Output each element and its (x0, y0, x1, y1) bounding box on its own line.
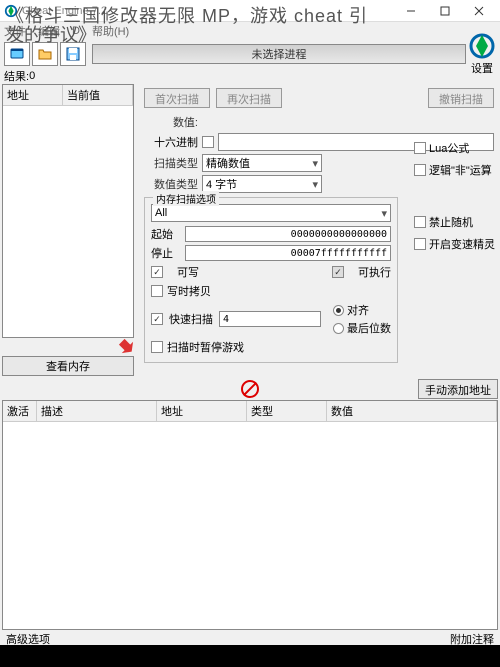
bottom-black-bar (0, 645, 500, 667)
address-list-table[interactable]: 激活 描述 地址 类型 数值 (2, 400, 498, 630)
result-col-address[interactable]: 地址 (3, 85, 63, 105)
last-digits-label: 最后位数 (347, 320, 391, 336)
view-memory-button[interactable]: 查看内存 (2, 356, 134, 376)
no-sign-icon (241, 380, 259, 398)
value-label: 数值: (144, 114, 198, 130)
value-type-label: 数值类型 (144, 176, 198, 192)
executable-label: 可执行 (358, 264, 391, 280)
fast-scan-label: 快速扫描 (169, 311, 213, 327)
not-checkbox[interactable] (414, 164, 426, 176)
result-col-value[interactable]: 当前值 (63, 85, 133, 105)
ce-logo-icon (468, 32, 496, 60)
col-address[interactable]: 地址 (157, 401, 247, 421)
result-count-row: 结果:0 (0, 68, 500, 84)
last-digits-radio[interactable] (333, 323, 344, 334)
lua-formula-checkbox[interactable] (414, 142, 426, 154)
pause-game-label: 扫描时暂停游戏 (167, 339, 244, 355)
col-type[interactable]: 类型 (247, 401, 327, 421)
pause-game-checkbox[interactable] (151, 341, 163, 353)
start-label: 起始 (151, 226, 181, 242)
scan-type-select[interactable]: 精确数值 (202, 154, 322, 172)
result-label: 结果: (4, 68, 29, 84)
process-bar[interactable]: 未选择进程 (92, 44, 466, 64)
writable-label: 可写 (177, 264, 199, 280)
no-random-label: 禁止随机 (429, 214, 473, 230)
cow-checkbox[interactable] (151, 285, 163, 297)
result-table[interactable]: 地址 当前值 (2, 84, 134, 338)
add-to-list-arrow-icon[interactable] (118, 338, 134, 354)
lua-formula-label: Lua公式 (429, 140, 469, 156)
align-radio[interactable] (333, 305, 344, 316)
settings-label: 设置 (471, 60, 493, 76)
executable-checkbox[interactable] (332, 266, 344, 278)
hex-label: 十六进制 (144, 134, 198, 150)
value-type-select[interactable]: 4 字节 (202, 175, 322, 193)
add-address-manual-button[interactable]: 手动添加地址 (418, 379, 498, 399)
col-value[interactable]: 数值 (327, 401, 497, 421)
region-select[interactable]: All (151, 204, 391, 222)
fast-scan-value-input[interactable] (219, 311, 321, 327)
col-active[interactable]: 激活 (3, 401, 37, 421)
hex-checkbox[interactable] (202, 136, 214, 148)
stop-address-input[interactable] (185, 245, 391, 261)
next-scan-button[interactable]: 再次扫描 (216, 88, 282, 108)
fast-scan-checkbox[interactable] (151, 313, 163, 325)
stop-label: 停止 (151, 245, 181, 261)
article-title-line2: 发的争议》 (0, 21, 102, 47)
start-address-input[interactable] (185, 226, 391, 242)
cow-label: 写时拷贝 (167, 283, 211, 299)
undo-scan-button[interactable]: 撤销扫描 (428, 88, 494, 108)
result-count: 0 (29, 70, 35, 82)
memory-scan-options-group: 内存扫描选项 All 起始 停止 可写 可执行 写时拷贝 快速扫描 (144, 197, 398, 363)
writable-checkbox[interactable] (151, 266, 163, 278)
col-description[interactable]: 描述 (37, 401, 157, 421)
speedhack-label: 开启变速精灵 (429, 236, 495, 252)
first-scan-button[interactable]: 首次扫描 (144, 88, 210, 108)
settings-button[interactable]: 设置 (468, 32, 496, 76)
align-label: 对齐 (347, 302, 369, 318)
scan-type-label: 扫描类型 (144, 155, 198, 171)
no-random-checkbox[interactable] (414, 216, 426, 228)
not-label: 逻辑"非"运算 (429, 162, 492, 178)
divider-row: 手动添加地址 (0, 378, 500, 400)
speedhack-checkbox[interactable] (414, 238, 426, 250)
memory-scan-options-title: 内存扫描选项 (153, 191, 219, 206)
